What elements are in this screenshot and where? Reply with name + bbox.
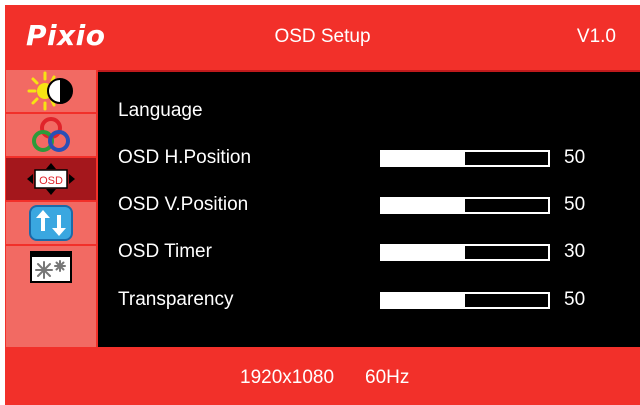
page-title: OSD Setup bbox=[274, 26, 371, 47]
refresh-rate-label: 60Hz bbox=[365, 367, 410, 388]
brightness-contrast-icon bbox=[27, 71, 73, 111]
settings-panel: Language OSD H.Position 50 OSD V.Positio… bbox=[98, 70, 640, 347]
setting-value: 50 bbox=[564, 147, 586, 168]
sidebar-item-color[interactable] bbox=[6, 114, 96, 156]
slider-fill bbox=[382, 152, 465, 165]
setting-label: Transparency bbox=[118, 289, 234, 310]
setting-value: 50 bbox=[564, 289, 586, 310]
sidebar-item-reset[interactable] bbox=[6, 202, 96, 244]
slider-fill bbox=[382, 294, 465, 307]
slider-bar[interactable] bbox=[380, 150, 550, 167]
setting-row-language[interactable]: Language bbox=[98, 96, 640, 126]
osd-menu: Pixio OSD Setup V1.0 OSD Language OSD H.… bbox=[5, 5, 640, 405]
setting-label: OSD H.Position bbox=[118, 147, 252, 168]
setting-label: Language bbox=[118, 100, 203, 121]
sidebar-item-osd[interactable]: OSD bbox=[6, 158, 96, 200]
osd-setup-icon: OSD bbox=[27, 163, 75, 195]
setting-row-osd-h-position[interactable]: OSD H.Position 50 bbox=[98, 143, 640, 173]
setting-value: 50 bbox=[564, 194, 586, 215]
other-settings-icon bbox=[30, 251, 72, 283]
color-settings-icon bbox=[32, 117, 70, 152]
status-footer: 1920x1080 60Hz bbox=[5, 350, 640, 405]
resolution-label: 1920x1080 bbox=[240, 367, 335, 388]
header: Pixio OSD Setup V1.0 bbox=[5, 5, 640, 67]
slider-bar[interactable] bbox=[380, 197, 550, 214]
setting-row-osd-timer[interactable]: OSD Timer 30 bbox=[98, 237, 640, 267]
sidebar-item-other[interactable] bbox=[6, 246, 96, 288]
sidebar-filler bbox=[6, 288, 96, 347]
sidebar: OSD bbox=[6, 70, 96, 347]
setting-row-osd-v-position[interactable]: OSD V.Position 50 bbox=[98, 190, 640, 220]
slider-bar[interactable] bbox=[380, 244, 550, 261]
setting-label: OSD V.Position bbox=[118, 194, 249, 215]
reset-icon bbox=[29, 205, 73, 241]
slider-fill bbox=[382, 246, 465, 259]
slider-fill bbox=[382, 199, 465, 212]
setting-row-transparency[interactable]: Transparency 50 bbox=[98, 285, 640, 315]
osd-icon-text: OSD bbox=[39, 175, 63, 187]
slider-bar[interactable] bbox=[380, 292, 550, 309]
setting-label: OSD Timer bbox=[118, 241, 212, 262]
sidebar-item-brightness[interactable] bbox=[6, 70, 96, 112]
version-label: V1.0 bbox=[576, 26, 616, 47]
setting-value: 30 bbox=[564, 241, 586, 262]
